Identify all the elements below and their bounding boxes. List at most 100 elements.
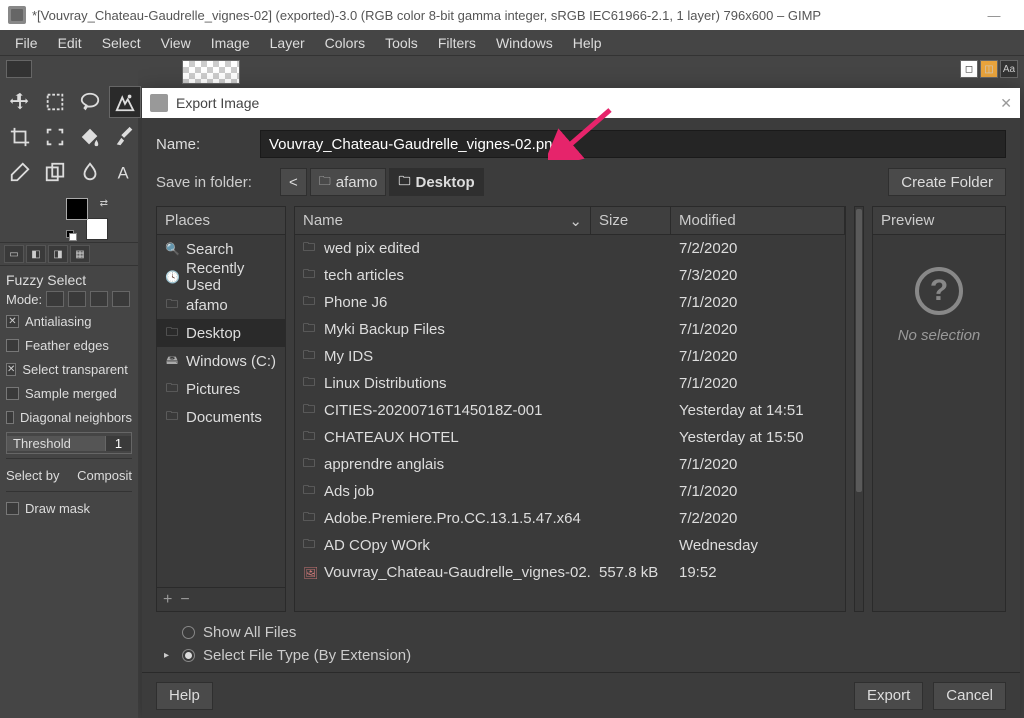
- lasso-tool[interactable]: [74, 86, 106, 118]
- export-button[interactable]: Export: [854, 682, 923, 710]
- places-item[interactable]: 🗀Pictures: [157, 375, 285, 403]
- dock-tab-1[interactable]: ▭: [4, 245, 24, 263]
- option-checkbox[interactable]: [6, 411, 14, 424]
- file-modified: 7/1/2020: [671, 456, 845, 473]
- file-row[interactable]: 🗀Linux Distributions7/1/2020: [295, 370, 845, 397]
- file-row[interactable]: 🗀Ads job7/1/2020: [295, 478, 845, 505]
- fg-bg-colors[interactable]: ⇄: [66, 198, 108, 240]
- file-row[interactable]: 🗀apprendre anglais7/1/2020: [295, 451, 845, 478]
- option-checkbox[interactable]: ✕: [6, 363, 16, 376]
- draw-mask-checkbox[interactable]: [6, 502, 19, 515]
- remove-bookmark-icon[interactable]: −: [180, 591, 189, 609]
- option-checkbox[interactable]: [6, 387, 19, 400]
- file-row[interactable]: 🗀tech articles7/3/2020: [295, 262, 845, 289]
- bg-color-swatch[interactable]: [86, 218, 108, 240]
- text-tool[interactable]: A: [109, 156, 141, 188]
- dock-single-icon[interactable]: ◻: [960, 60, 978, 78]
- places-item[interactable]: 🕓Recently Used: [157, 263, 285, 291]
- menu-edit[interactable]: Edit: [49, 32, 91, 54]
- file-row[interactable]: 🗀CITIES-20200716T145018Z-001Yesterday at…: [295, 397, 845, 424]
- show-all-checkbox[interactable]: [182, 626, 195, 639]
- clone-tool[interactable]: [39, 156, 71, 188]
- fuzzy-select-tool[interactable]: [109, 86, 141, 118]
- breadcrumb-desktop[interactable]: 🗀Desktop: [389, 168, 483, 196]
- option-row[interactable]: Diagonal neighbors: [6, 405, 132, 429]
- file-name: My IDS: [324, 348, 373, 365]
- menu-windows[interactable]: Windows: [487, 32, 562, 54]
- minimize-button[interactable]: —: [972, 0, 1016, 30]
- menu-filters[interactable]: Filters: [429, 32, 485, 54]
- fg-color-swatch[interactable]: [66, 198, 88, 220]
- eraser-tool[interactable]: [4, 156, 36, 188]
- mode-intersect-icon[interactable]: [112, 291, 130, 307]
- menu-colors[interactable]: Colors: [316, 32, 374, 54]
- show-all-files-row[interactable]: Show All Files: [164, 624, 998, 641]
- image-tab[interactable]: [182, 60, 240, 84]
- file-row[interactable]: 🖼Vouvray_Chateau-Gaudrelle_vignes-02.png…: [295, 559, 845, 586]
- option-row[interactable]: Feather edges: [6, 333, 132, 357]
- mode-add-icon[interactable]: [68, 291, 86, 307]
- option-row[interactable]: ✕Select transparent are: [6, 357, 132, 381]
- places-item[interactable]: 🔍Search: [157, 235, 285, 263]
- menu-view[interactable]: View: [152, 32, 200, 54]
- create-folder-button[interactable]: Create Folder: [888, 168, 1006, 196]
- menu-select[interactable]: Select: [93, 32, 150, 54]
- smudge-tool[interactable]: [74, 156, 106, 188]
- col-modified[interactable]: Modified: [671, 207, 845, 234]
- places-item[interactable]: 🗀Documents: [157, 403, 285, 431]
- file-modified: 7/1/2020: [671, 375, 845, 392]
- file-modified: 7/2/2020: [671, 240, 845, 257]
- select-file-type-row[interactable]: ▸ Select File Type (By Extension): [164, 647, 998, 664]
- close-icon[interactable]: ✕: [1000, 95, 1012, 112]
- crop-tool[interactable]: [4, 121, 36, 153]
- toolbox-tab-icon[interactable]: [6, 60, 32, 78]
- file-row[interactable]: 🗀Adobe.Premiere.Pro.CC.13.1.5.47.x647/2/…: [295, 505, 845, 532]
- paintbrush-tool[interactable]: [109, 121, 141, 153]
- transform-tool[interactable]: [39, 121, 71, 153]
- rect-select-tool[interactable]: [39, 86, 71, 118]
- menu-help[interactable]: Help: [564, 32, 611, 54]
- dock-tab-4[interactable]: ▦: [70, 245, 90, 263]
- file-row[interactable]: 🗀CHATEAUX HOTELYesterday at 15:50: [295, 424, 845, 451]
- menu-layer[interactable]: Layer: [261, 32, 314, 54]
- dock-multi-icon[interactable]: ◫: [980, 60, 998, 78]
- places-item[interactable]: 🖴Windows (C:): [157, 347, 285, 375]
- scrollbar[interactable]: [854, 206, 864, 612]
- swap-colors-icon[interactable]: ⇄: [100, 198, 108, 209]
- add-bookmark-icon[interactable]: +: [163, 591, 172, 609]
- breadcrumb-afamo[interactable]: 🗀afamo: [310, 168, 387, 196]
- dock-text-icon[interactable]: Aa: [1000, 60, 1018, 78]
- bucket-tool[interactable]: [74, 121, 106, 153]
- option-checkbox[interactable]: [6, 339, 19, 352]
- cancel-button[interactable]: Cancel: [933, 682, 1006, 710]
- filename-input[interactable]: [260, 130, 1006, 158]
- dock-tab-3[interactable]: ◨: [48, 245, 68, 263]
- reset-colors-icon[interactable]: [66, 230, 76, 240]
- mode-replace-icon[interactable]: [46, 291, 64, 307]
- menu-image[interactable]: Image: [202, 32, 259, 54]
- file-row[interactable]: 🗀wed pix edited7/2/2020: [295, 235, 845, 262]
- menu-file[interactable]: File: [6, 32, 47, 54]
- places-item[interactable]: 🗀afamo: [157, 291, 285, 319]
- breadcrumb-back[interactable]: <: [280, 168, 307, 196]
- threshold-slider[interactable]: Threshold 1: [6, 432, 132, 454]
- move-tool[interactable]: [4, 86, 36, 118]
- option-checkbox[interactable]: ✕: [6, 315, 19, 328]
- col-size[interactable]: Size: [591, 207, 671, 234]
- places-item[interactable]: 🗀Desktop: [157, 319, 285, 347]
- scrollbar-thumb[interactable]: [856, 209, 862, 492]
- file-name: AD COpy WOrk: [324, 537, 430, 554]
- option-row[interactable]: ✕Antialiasing: [6, 309, 132, 333]
- col-name[interactable]: Name⌄: [295, 207, 591, 234]
- mode-subtract-icon[interactable]: [90, 291, 108, 307]
- option-row[interactable]: Sample merged: [6, 381, 132, 405]
- select-type-radio[interactable]: [182, 649, 195, 662]
- file-row[interactable]: 🗀Myki Backup Files7/1/2020: [295, 316, 845, 343]
- file-row[interactable]: 🗀My IDS7/1/2020: [295, 343, 845, 370]
- file-row[interactable]: 🗀Phone J67/1/2020: [295, 289, 845, 316]
- dock-tab-2[interactable]: ◧: [26, 245, 46, 263]
- menu-tools[interactable]: Tools: [376, 32, 427, 54]
- dock-switcher: ◻ ◫ Aa: [960, 60, 1018, 78]
- help-button[interactable]: Help: [156, 682, 213, 710]
- file-row[interactable]: 🗀AD COpy WOrkWednesday: [295, 532, 845, 559]
